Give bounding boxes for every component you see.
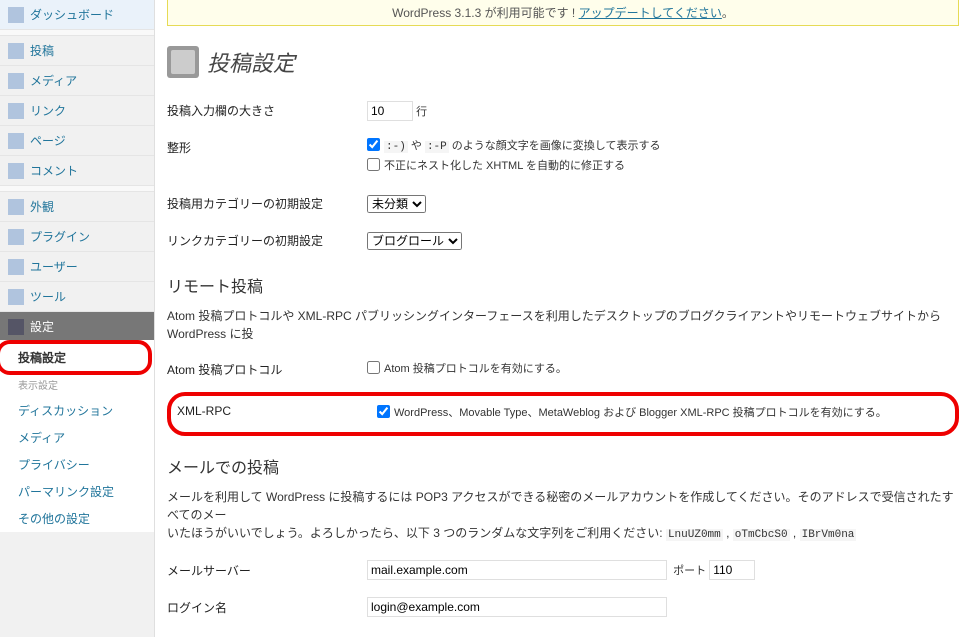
menu-label: ユーザー bbox=[30, 258, 78, 275]
menu-links[interactable]: リンク bbox=[0, 96, 154, 126]
label-textarea-size: 投稿入力欄の大きさ bbox=[167, 92, 367, 129]
update-nag-text: WordPress 3.1.3 が利用可能です ! bbox=[392, 6, 579, 20]
menu-label: プラグイン bbox=[30, 228, 90, 245]
menu-appearance[interactable]: 外観 bbox=[0, 192, 154, 222]
label-mail-server: メールサーバー bbox=[167, 552, 367, 589]
random-string-3: IBrVm0na bbox=[800, 529, 857, 541]
random-string-2: oTmCbcS0 bbox=[733, 529, 790, 541]
comment-icon bbox=[8, 163, 24, 179]
menu-label: ダッシュボード bbox=[30, 6, 114, 23]
emoticon-code-1: :-) bbox=[384, 141, 408, 153]
label-port: ポート bbox=[673, 565, 706, 577]
menu-label: リンク bbox=[30, 102, 66, 119]
xhtml-desc: 不正にネスト化した XHTML を自動的に修正する bbox=[384, 157, 625, 173]
submenu-media[interactable]: メディア bbox=[0, 424, 154, 451]
menu-dashboard[interactable]: ダッシュボード bbox=[0, 0, 154, 30]
menu-label: コメント bbox=[30, 162, 78, 179]
main-content: WordPress 3.1.3 が利用可能です ! アップデートしてください。 … bbox=[155, 0, 959, 637]
menu-users[interactable]: ユーザー bbox=[0, 252, 154, 282]
link-icon bbox=[8, 103, 24, 119]
checkbox-xmlrpc[interactable] bbox=[377, 405, 390, 418]
input-mail-login[interactable] bbox=[367, 597, 667, 617]
checkbox-atom-label[interactable]: Atom 投稿プロトコルを有効にする。 bbox=[367, 360, 959, 376]
checkbox-xhtml[interactable] bbox=[367, 158, 380, 171]
submenu-permalink[interactable]: パーマリンク設定 bbox=[0, 478, 154, 505]
menu-label: 設定 bbox=[30, 318, 54, 335]
update-nag-suffix: 。 bbox=[722, 6, 734, 20]
label-login: ログイン名 bbox=[167, 589, 367, 626]
atom-desc: Atom 投稿プロトコルを有効にする。 bbox=[384, 360, 567, 376]
xmlrpc-desc: WordPress、Movable Type、MetaWeblog および Bl… bbox=[394, 404, 887, 420]
label-atom: Atom 投稿プロトコル bbox=[167, 351, 367, 388]
appearance-icon bbox=[8, 199, 24, 215]
settings-submenu: 投稿設定 表示設定 ディスカッション メディア プライバシー パーマリンク設定 … bbox=[0, 340, 154, 532]
settings-icon bbox=[8, 319, 24, 335]
menu-label: ページ bbox=[30, 132, 66, 149]
submenu-other[interactable]: その他の設定 bbox=[0, 505, 154, 532]
menu-label: ツール bbox=[30, 288, 66, 305]
tools-icon bbox=[8, 289, 24, 305]
media-icon bbox=[8, 73, 24, 89]
menu-pages[interactable]: ページ bbox=[0, 126, 154, 156]
input-mail-port[interactable] bbox=[709, 560, 755, 580]
dashboard-icon bbox=[8, 7, 24, 23]
checkbox-emoticons-label[interactable]: :-) や :-P のような顔文字を画像に変換して表示する bbox=[367, 137, 959, 153]
checkbox-emoticons[interactable] bbox=[367, 138, 380, 151]
heading-remote: リモート投稿 bbox=[167, 259, 959, 301]
users-icon bbox=[8, 259, 24, 275]
label-default-category: 投稿用カテゴリーの初期設定 bbox=[167, 185, 367, 222]
menu-label: 外観 bbox=[30, 198, 54, 215]
menu-tools[interactable]: ツール bbox=[0, 282, 154, 312]
select-default-link-category[interactable]: ブログロール bbox=[367, 232, 462, 250]
menu-settings[interactable]: 設定 bbox=[0, 312, 154, 342]
page-icon bbox=[8, 133, 24, 149]
menu-label: メディア bbox=[30, 72, 77, 89]
menu-comments[interactable]: コメント bbox=[0, 156, 154, 186]
update-link[interactable]: アップデートしてください bbox=[579, 6, 722, 20]
page-title: 投稿設定 bbox=[167, 38, 959, 92]
menu-plugins[interactable]: プラグイン bbox=[0, 222, 154, 252]
highlight-ring: 投稿設定 bbox=[0, 340, 152, 375]
plugin-icon bbox=[8, 229, 24, 245]
emoticons-desc: :-) や :-P のような顔文字を画像に変換して表示する bbox=[384, 137, 660, 153]
admin-sidebar: ダッシュボード 投稿 メディア リンク ページ コメント 外観 bbox=[0, 0, 155, 637]
pin-icon bbox=[8, 43, 24, 59]
label-default-link-category: リンクカテゴリーの初期設定 bbox=[167, 222, 367, 259]
submenu-writing[interactable]: 投稿設定 bbox=[0, 344, 148, 371]
submenu-hidden-row: 表示設定 bbox=[0, 377, 154, 397]
menu-media[interactable]: メディア bbox=[0, 66, 154, 96]
update-nag: WordPress 3.1.3 が利用可能です ! アップデートしてください。 bbox=[167, 0, 959, 26]
label-xmlrpc: XML-RPC bbox=[177, 400, 377, 428]
input-textarea-rows[interactable] bbox=[367, 101, 413, 121]
unit-rows: 行 bbox=[416, 106, 427, 118]
label-formatting: 整形 bbox=[167, 129, 367, 185]
heading-mail: メールでの投稿 bbox=[167, 440, 959, 482]
menu-label: 投稿 bbox=[30, 42, 54, 59]
page-title-text: 投稿設定 bbox=[207, 46, 295, 78]
remote-desc: Atom 投稿プロトコルや XML-RPC パブリッシングインターフェースを利用… bbox=[167, 301, 959, 351]
menu-posts[interactable]: 投稿 bbox=[0, 36, 154, 66]
random-string-1: LnuUZ0mm bbox=[666, 529, 723, 541]
checkbox-xmlrpc-label[interactable]: WordPress、Movable Type、MetaWeblog および Bl… bbox=[377, 404, 949, 420]
mail-desc: メールを利用して WordPress に投稿するには POP3 アクセスができる… bbox=[167, 482, 959, 552]
settings-page-icon bbox=[167, 46, 199, 78]
highlight-ring-xmlrpc: XML-RPC WordPress、Movable Type、MetaWeblo… bbox=[167, 392, 959, 436]
checkbox-atom[interactable] bbox=[367, 361, 380, 374]
select-default-category[interactable]: 未分類 bbox=[367, 195, 426, 213]
emoticon-code-2: :-P bbox=[425, 141, 449, 153]
submenu-privacy[interactable]: プライバシー bbox=[0, 451, 154, 478]
submenu-discussion[interactable]: ディスカッション bbox=[0, 397, 154, 424]
input-mail-server[interactable] bbox=[367, 560, 667, 580]
checkbox-xhtml-label[interactable]: 不正にネスト化した XHTML を自動的に修正する bbox=[367, 157, 959, 173]
